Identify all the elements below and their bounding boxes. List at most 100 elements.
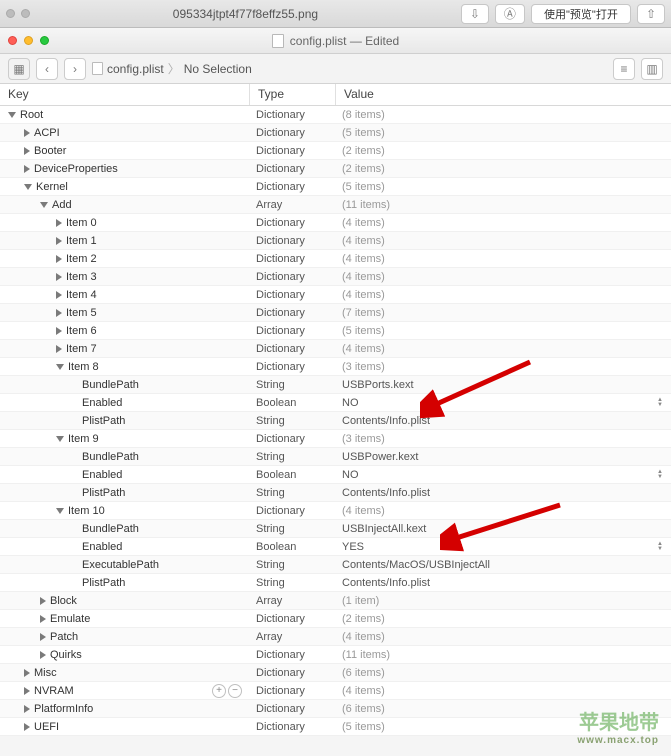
disclosure-right-icon[interactable]	[40, 615, 46, 623]
table-row[interactable]: UEFIDictionary(5 items)	[0, 718, 671, 736]
disclosure-right-icon[interactable]	[56, 291, 62, 299]
add-button[interactable]: +	[212, 684, 226, 698]
row-value[interactable]: USBPower.kext	[342, 451, 418, 463]
forward-button[interactable]: ›	[64, 58, 86, 80]
row-key[interactable]: Enabled	[82, 397, 122, 409]
disclosure-right-icon[interactable]	[24, 687, 30, 695]
open-with-button[interactable]: 使用"预览"打开	[531, 4, 631, 24]
disclosure-right-icon[interactable]	[40, 651, 46, 659]
row-type[interactable]: Array	[250, 595, 336, 607]
table-row[interactable]: AddArray(11 items)	[0, 196, 671, 214]
row-key[interactable]: Quirks	[50, 649, 82, 661]
row-type[interactable]: Dictionary	[250, 145, 336, 157]
disclosure-down-icon[interactable]	[8, 112, 16, 118]
disclosure-right-icon[interactable]	[40, 597, 46, 605]
row-key[interactable]: Item 4	[66, 289, 97, 301]
table-row[interactable]: Item 4Dictionary(4 items)	[0, 286, 671, 304]
table-row[interactable]: PlatformInfoDictionary(6 items)	[0, 700, 671, 718]
table-row[interactable]: Item 2Dictionary(4 items)	[0, 250, 671, 268]
row-type[interactable]: Dictionary	[250, 685, 336, 697]
table-row[interactable]: KernelDictionary(5 items)	[0, 178, 671, 196]
row-type[interactable]: String	[250, 487, 336, 499]
row-key[interactable]: Item 1	[66, 235, 97, 247]
table-row[interactable]: BooterDictionary(2 items)	[0, 142, 671, 160]
table-row[interactable]: PlistPath String Contents/Info.plist	[0, 484, 671, 502]
row-type[interactable]: Array	[250, 631, 336, 643]
row-key[interactable]: ACPI	[34, 127, 60, 139]
column-header-type[interactable]: Type	[250, 84, 336, 105]
table-row[interactable]: NVRAM+−Dictionary(4 items)	[0, 682, 671, 700]
row-type[interactable]: Dictionary	[250, 181, 336, 193]
row-key[interactable]: Block	[50, 595, 77, 607]
table-row[interactable]: ExecutablePathStringContents/MacOS/USBIn…	[0, 556, 671, 574]
row-type[interactable]: String	[250, 415, 336, 427]
table-row[interactable]: RootDictionary(8 items)	[0, 106, 671, 124]
row-type[interactable]: Dictionary	[250, 109, 336, 121]
disclosure-right-icon[interactable]	[24, 705, 30, 713]
table-row[interactable]: Item 7Dictionary(4 items)	[0, 340, 671, 358]
value-stepper[interactable]: ▲▼	[655, 396, 665, 410]
grid-view-button[interactable]: ▦	[8, 58, 30, 80]
value-stepper[interactable]: ▲▼	[655, 468, 665, 482]
row-key[interactable]: Item 5	[66, 307, 97, 319]
disclosure-down-icon[interactable]	[56, 364, 64, 370]
row-type[interactable]: Dictionary	[250, 127, 336, 139]
row-key[interactable]: Misc	[34, 667, 57, 679]
row-key[interactable]: Item 3	[66, 271, 97, 283]
table-row[interactable]: QuirksDictionary(11 items)	[0, 646, 671, 664]
row-key[interactable]: UEFI	[34, 721, 59, 733]
row-key[interactable]: Item 7	[66, 343, 97, 355]
row-value[interactable]: YES	[342, 541, 364, 553]
row-type[interactable]: Dictionary	[250, 235, 336, 247]
back-button[interactable]: ‹	[36, 58, 58, 80]
row-value[interactable]: NO	[342, 397, 359, 409]
row-key[interactable]: PlatformInfo	[34, 703, 93, 715]
row-key[interactable]: BundlePath	[82, 451, 139, 463]
table-row[interactable]: BundlePathStringUSBInjectAll.kext	[0, 520, 671, 538]
disclosure-right-icon[interactable]	[56, 309, 62, 317]
row-type[interactable]: Dictionary	[250, 505, 336, 517]
table-row[interactable]: Item 8Dictionary(3 items)	[0, 358, 671, 376]
row-key[interactable]: Enabled	[82, 541, 122, 553]
row-type[interactable]: Dictionary	[250, 613, 336, 625]
disclosure-right-icon[interactable]	[24, 165, 30, 173]
row-key[interactable]: NVRAM	[34, 685, 74, 697]
row-value[interactable]: Contents/MacOS/USBInjectAll	[342, 559, 490, 571]
table-row[interactable]: Item 5Dictionary(7 items)	[0, 304, 671, 322]
disclosure-down-icon[interactable]	[24, 184, 32, 190]
disclosure-down-icon[interactable]	[40, 202, 48, 208]
row-key[interactable]: Add	[52, 199, 72, 211]
disclosure-down-icon[interactable]	[56, 508, 64, 514]
disclosure-right-icon[interactable]	[24, 147, 30, 155]
row-type[interactable]: Array	[250, 199, 336, 211]
row-type[interactable]: Dictionary	[250, 721, 336, 733]
row-key[interactable]: PlistPath	[82, 415, 125, 427]
table-row[interactable]: DevicePropertiesDictionary(2 items)	[0, 160, 671, 178]
row-key[interactable]: PlistPath	[82, 577, 125, 589]
row-type[interactable]: Dictionary	[250, 325, 336, 337]
row-key[interactable]: BundlePath	[82, 379, 139, 391]
row-type[interactable]: Dictionary	[250, 253, 336, 265]
row-key[interactable]: Item 9	[68, 433, 99, 445]
table-row[interactable]: EmulateDictionary(2 items)	[0, 610, 671, 628]
table-row[interactable]: Item 3Dictionary(4 items)	[0, 268, 671, 286]
row-value[interactable]: Contents/Info.plist	[342, 577, 430, 589]
row-value[interactable]: Contents/Info.plist	[342, 415, 430, 427]
row-key[interactable]: Item 2	[66, 253, 97, 265]
disclosure-right-icon[interactable]	[56, 237, 62, 245]
row-type[interactable]: String	[250, 523, 336, 535]
row-value[interactable]: USBInjectAll.kext	[342, 523, 426, 535]
row-type[interactable]: Dictionary	[250, 271, 336, 283]
row-value[interactable]: Contents/Info.plist	[342, 487, 430, 499]
tab-close-icon[interactable]	[21, 9, 30, 18]
table-row[interactable]: Item 0Dictionary(4 items)	[0, 214, 671, 232]
breadcrumb-file[interactable]: config.plist	[107, 62, 164, 76]
table-row[interactable]: Item 9Dictionary(3 items)	[0, 430, 671, 448]
row-value[interactable]: NO	[342, 469, 359, 481]
row-key[interactable]: Kernel	[36, 181, 68, 193]
row-value[interactable]: USBPorts.kext	[342, 379, 414, 391]
row-type[interactable]: Dictionary	[250, 649, 336, 661]
disclosure-right-icon[interactable]	[24, 129, 30, 137]
disclosure-right-icon[interactable]	[40, 633, 46, 641]
row-key[interactable]: PlistPath	[82, 487, 125, 499]
